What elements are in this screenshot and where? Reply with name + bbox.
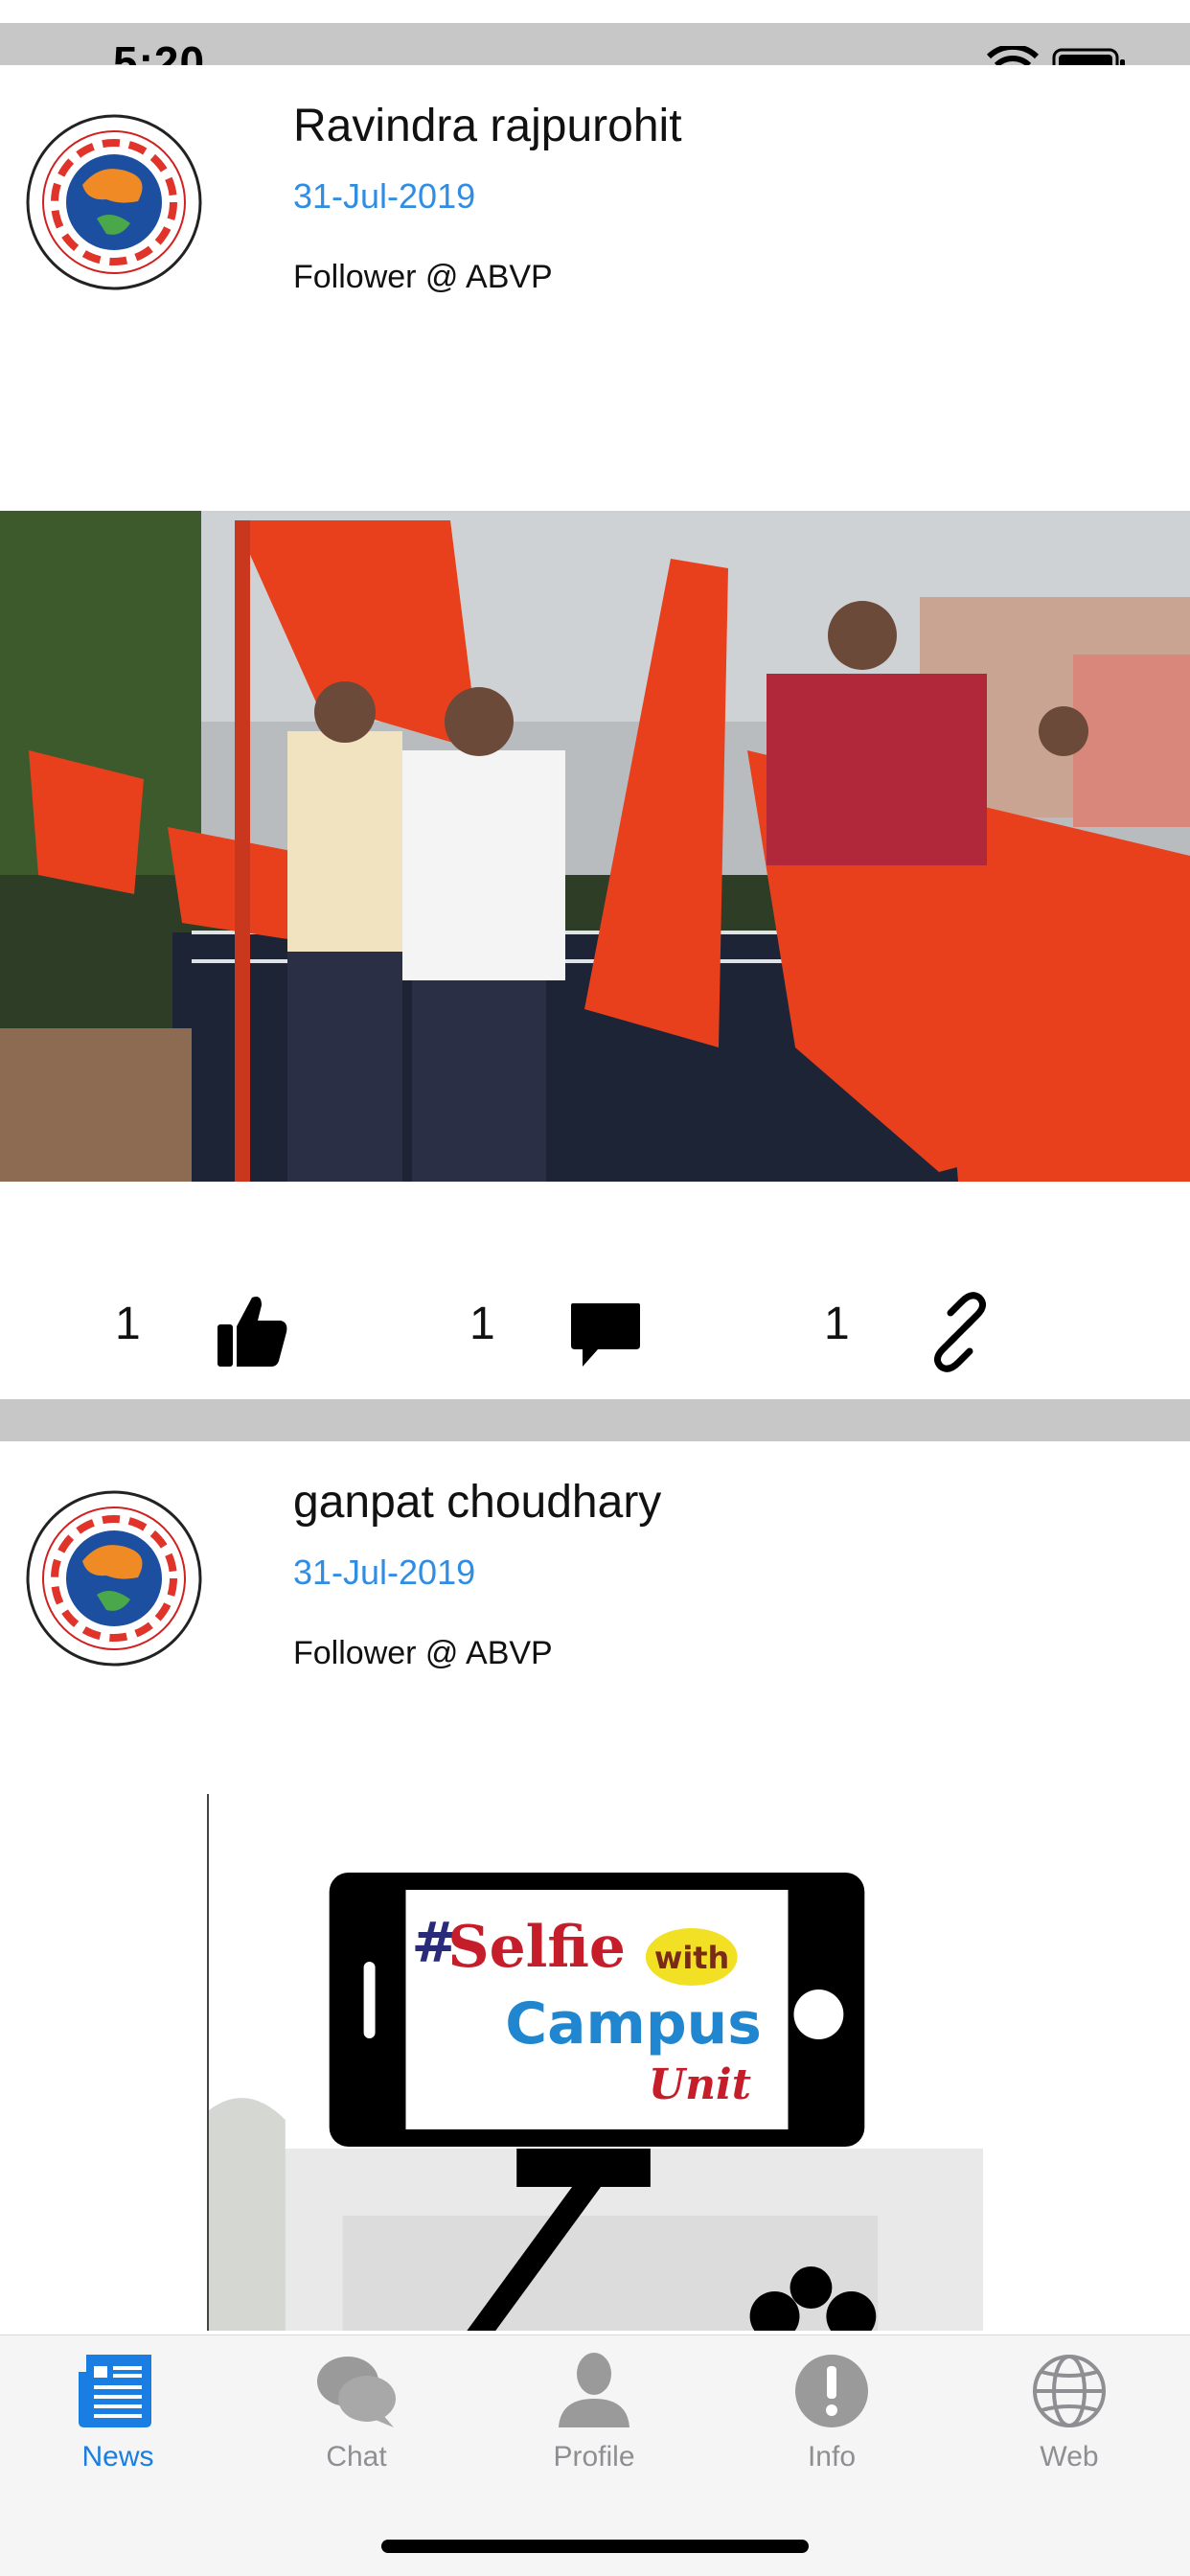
like-count: 1	[115, 1299, 141, 1349]
post-card: ganpat choudhary 31-Jul-2019 Follower @ …	[0, 1441, 1190, 2334]
post-author-role: Follower @ ABVP	[293, 259, 553, 295]
person-icon	[559, 2353, 629, 2427]
post-actions: 1 1 1	[0, 1273, 1190, 1388]
post-author[interactable]: Ravindra rajpurohit	[293, 100, 682, 152]
thumbs-up-icon[interactable]	[216, 1292, 288, 1368]
comment-icon[interactable]	[569, 1300, 642, 1370]
abvp-logo-avatar[interactable]	[25, 1489, 203, 1668]
link-icon[interactable]	[920, 1292, 1000, 1372]
poster-with: with	[654, 1940, 729, 1976]
abvp-logo-avatar[interactable]	[25, 113, 203, 291]
post-photo[interactable]: # Selfie with Campus Unit	[207, 1794, 983, 2331]
tab-label: News	[81, 2441, 154, 2472]
poster-unit: Unit	[649, 2060, 751, 2109]
tab-label: Profile	[553, 2441, 635, 2472]
poster-selfie: Selfie	[447, 1914, 626, 1981]
post-photo[interactable]	[0, 511, 1190, 1182]
tab-label: Info	[807, 2441, 857, 2472]
newspaper-icon	[79, 2355, 151, 2427]
tab-label: Web	[1040, 2441, 1099, 2472]
post-date: 31-Jul-2019	[293, 1552, 476, 1592]
post-divider	[0, 1399, 1190, 1441]
info-icon	[795, 2355, 868, 2427]
chat-bubbles-icon	[317, 2357, 396, 2427]
post-author-role: Follower @ ABVP	[293, 1635, 553, 1671]
post-date: 31-Jul-2019	[293, 176, 476, 216]
tab-info[interactable]: Info	[755, 2351, 908, 2504]
post-author[interactable]: ganpat choudhary	[293, 1476, 661, 1529]
comment-count: 1	[469, 1299, 495, 1349]
globe-icon	[1033, 2355, 1106, 2427]
home-indicator[interactable]	[381, 2540, 809, 2553]
tab-news[interactable]: News	[41, 2351, 195, 2504]
tab-web[interactable]: Web	[993, 2351, 1146, 2504]
tab-chat[interactable]: Chat	[280, 2351, 433, 2504]
share-count: 1	[824, 1299, 850, 1349]
tab-label: Chat	[326, 2441, 387, 2472]
post-card: Ravindra rajpurohit 31-Jul-2019 Follower…	[0, 65, 1190, 1399]
poster-campus: Campus	[505, 1990, 762, 2058]
tab-profile[interactable]: Profile	[517, 2351, 671, 2504]
